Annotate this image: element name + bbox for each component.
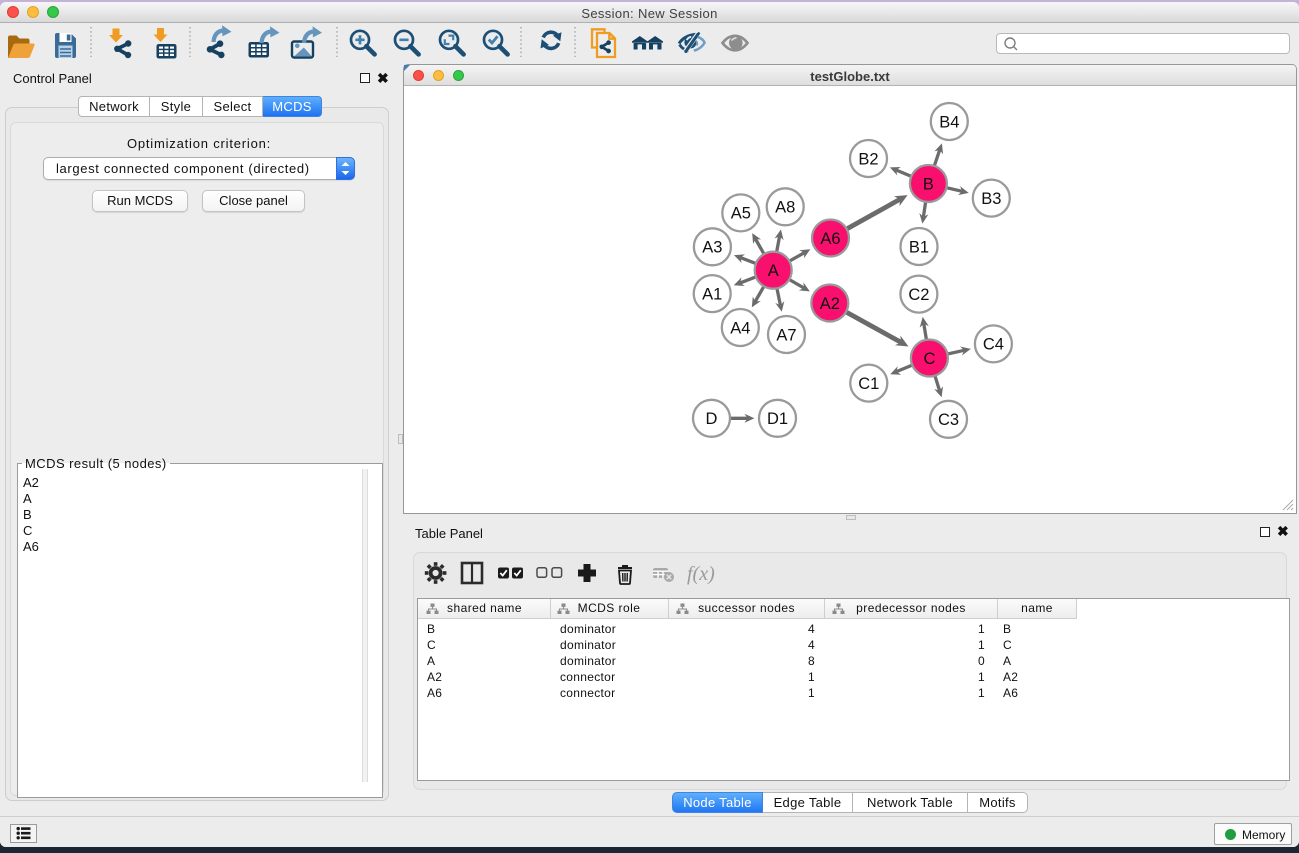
svg-text:B1: B1 xyxy=(909,238,929,256)
svg-text:A3: A3 xyxy=(702,239,722,257)
svg-text:A1: A1 xyxy=(702,285,722,303)
svg-text:f(x): f(x) xyxy=(687,563,715,585)
svg-text:A2: A2 xyxy=(820,295,840,313)
svg-text:D1: D1 xyxy=(767,410,788,428)
svg-text:C3: C3 xyxy=(938,411,959,429)
svg-text:B: B xyxy=(923,175,934,193)
svg-text:A6: A6 xyxy=(820,230,840,248)
svg-text:D: D xyxy=(706,410,718,428)
svg-text:C2: C2 xyxy=(908,286,929,304)
svg-text:C4: C4 xyxy=(983,336,1004,354)
svg-text:B3: B3 xyxy=(981,190,1001,208)
svg-text:A7: A7 xyxy=(776,326,796,344)
svg-text:A5: A5 xyxy=(731,205,751,223)
svg-text:A8: A8 xyxy=(775,199,795,217)
svg-text:A4: A4 xyxy=(730,319,750,337)
svg-text:C1: C1 xyxy=(858,375,879,393)
svg-text:A: A xyxy=(768,262,779,280)
svg-text:C: C xyxy=(923,350,935,368)
svg-text:B4: B4 xyxy=(939,113,959,131)
svg-text:B2: B2 xyxy=(858,150,878,168)
